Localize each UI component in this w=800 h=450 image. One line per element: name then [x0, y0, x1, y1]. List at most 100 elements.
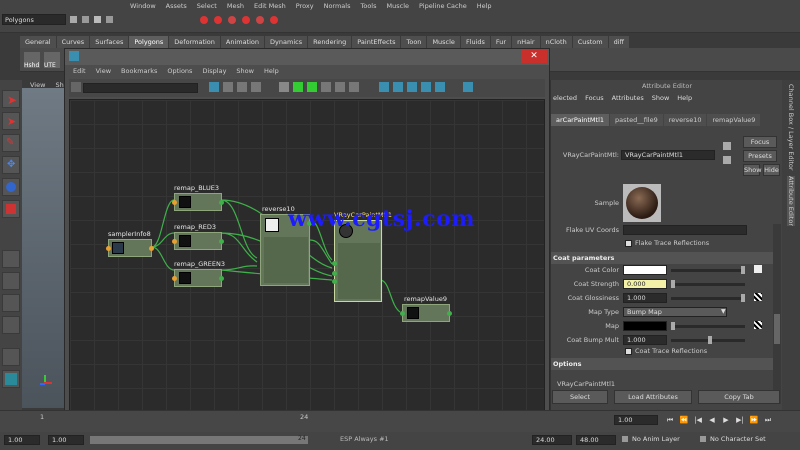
graph-icon[interactable]	[209, 82, 219, 92]
hs-menu-show[interactable]: Show	[236, 67, 254, 77]
hypershade-titlebar[interactable]: ✕	[65, 49, 549, 65]
menu-edit-mesh[interactable]: Edit Mesh	[254, 2, 286, 10]
coat-bump-slider-knob[interactable]	[708, 336, 712, 344]
coat-glossiness-slider[interactable]	[671, 297, 745, 300]
node-sampler-info[interactable]	[106, 239, 154, 257]
coat-color-slider-knob[interactable]	[741, 266, 745, 274]
go-to-start-icon[interactable]: ⏮	[664, 414, 676, 426]
node-remap-value[interactable]	[400, 304, 452, 322]
status-line-tool-icons[interactable]	[200, 14, 500, 26]
output-arrow-icon[interactable]	[723, 156, 731, 164]
node-remap-red[interactable]	[172, 232, 224, 250]
coat-color-swatch[interactable]	[623, 265, 667, 275]
show-button[interactable]: Show	[743, 164, 762, 176]
play-back-icon[interactable]: ◀	[706, 414, 718, 426]
shelf-tab-dynamics[interactable]: Dynamics	[265, 36, 308, 48]
map-slider-knob[interactable]	[671, 322, 675, 330]
shelf-tab-surfaces[interactable]: Surfaces	[90, 36, 129, 48]
lasso-tool-icon[interactable]: ➤	[2, 112, 20, 130]
hs-menu-options[interactable]: Options	[167, 67, 192, 77]
shelf-tab-fur[interactable]: Fur	[490, 36, 512, 48]
coat-glossiness-field[interactable]: 1.000	[623, 293, 667, 303]
load-attributes-button[interactable]: Load Attributes	[614, 390, 692, 404]
map-button-icon[interactable]	[754, 265, 762, 273]
viewport-menu-view[interactable]: View	[30, 81, 45, 89]
current-frame-field[interactable]: 1.00	[614, 415, 658, 425]
shelf-tab-deformation[interactable]: Deformation	[169, 36, 220, 48]
swatch-icon[interactable]	[321, 82, 331, 92]
coat-bump-field[interactable]: 1.000	[623, 335, 667, 345]
material-swatch[interactable]	[623, 184, 661, 222]
rotate-tool-icon[interactable]	[2, 178, 20, 196]
coat-color-slider[interactable]	[671, 269, 745, 272]
ae-tab-arcarpaintmtl1[interactable]: arCarPaintMtl1	[551, 114, 610, 126]
map-type-dropdown[interactable]: Bump Map	[623, 307, 727, 317]
shelf-tab-general[interactable]: General	[20, 36, 56, 48]
playback-start-field[interactable]: 1.00	[48, 435, 84, 445]
menu-tools[interactable]: Tools	[360, 2, 376, 10]
menu-mesh[interactable]: Mesh	[227, 2, 244, 10]
paint-select-icon[interactable]: ✎	[2, 134, 20, 152]
shelf-tab-polygons[interactable]: Polygons	[129, 36, 169, 48]
shelf-tab-custom[interactable]: Custom	[572, 36, 608, 48]
node-name-field[interactable]: VRayCarPaintMtl1	[621, 150, 715, 160]
start-time-field[interactable]: 1.00	[4, 435, 40, 445]
coat-glossiness-slider-knob[interactable]	[741, 294, 745, 302]
layout-nodes-icon[interactable]	[293, 82, 303, 92]
coat-strength-field[interactable]: 0.000	[623, 279, 667, 289]
step-forward-icon[interactable]: ⏩	[748, 414, 760, 426]
input-output-icon[interactable]	[223, 82, 233, 92]
connect-icon[interactable]	[307, 82, 317, 92]
hs-menu-display[interactable]: Display	[202, 67, 226, 77]
brush-icon[interactable]	[279, 82, 289, 92]
layout-four-icon[interactable]	[2, 272, 20, 290]
checker-map-icon-2[interactable]	[754, 321, 762, 329]
close-button[interactable]: ✕	[521, 50, 547, 63]
channel-box-tab[interactable]: Channel Box / Layer Editor	[787, 84, 795, 171]
sort-icon[interactable]	[463, 82, 473, 92]
ae-menu-elected[interactable]: elected	[553, 94, 577, 106]
hs-menu-help[interactable]: Help	[264, 67, 279, 77]
ae-tab-pasted-file9[interactable]: pasted__file9	[610, 114, 663, 126]
menu-normals[interactable]: Normals	[324, 2, 351, 10]
select-tool-icon[interactable]: ➤	[2, 90, 20, 108]
hs-menu-bookmarks[interactable]: Bookmarks	[121, 67, 157, 77]
shelf-tab-fluids[interactable]: Fluids	[460, 36, 490, 48]
attr-icon[interactable]	[335, 82, 345, 92]
render-view-icon[interactable]	[379, 82, 389, 92]
coat-section-header[interactable]: Coat parameters	[551, 252, 773, 264]
menu-pipeline-cache[interactable]: Pipeline Cache	[419, 2, 467, 10]
flake-uv-field[interactable]	[623, 225, 747, 235]
menu-set-select[interactable]: Polygons	[2, 14, 66, 25]
layout-two-icon[interactable]	[2, 316, 20, 334]
ae-menu-help[interactable]: Help	[677, 94, 692, 106]
layout-hypershade-icon[interactable]	[2, 348, 20, 366]
ae-scrollbar-thumb[interactable]	[774, 314, 780, 344]
hs-menu-view[interactable]: View	[96, 67, 111, 77]
map-swatch[interactable]	[623, 321, 667, 331]
focus-button[interactable]: Focus	[743, 136, 777, 148]
snapshot-icon[interactable]	[407, 82, 417, 92]
step-back-icon[interactable]: ⏪	[678, 414, 690, 426]
menu-window[interactable]: Window	[130, 2, 156, 10]
shelf-tab-rendering[interactable]: Rendering	[308, 36, 352, 48]
scale-tool-icon[interactable]	[2, 200, 20, 218]
shelf-tab-animation[interactable]: Animation	[220, 36, 265, 48]
ipr-icon[interactable]	[393, 82, 403, 92]
range-bar-slider[interactable]: 24	[90, 435, 308, 444]
node-graph[interactable]: samplerInfo8 remap_BLUE3 remap_RED3 rema…	[69, 99, 545, 423]
options-section-header[interactable]: Options	[551, 358, 773, 370]
menu-proxy[interactable]: Proxy	[296, 2, 314, 10]
shelf-tab-diff[interactable]: diff	[608, 36, 630, 48]
ae-menu-attributes[interactable]: Attributes	[612, 94, 644, 106]
presets-button[interactable]: Presets	[743, 150, 777, 162]
menu-assets[interactable]: Assets	[166, 2, 187, 10]
flake-trace-checkbox[interactable]	[625, 240, 632, 247]
menu-help[interactable]: Help	[477, 2, 492, 10]
character-set-select[interactable]: No Character Set	[710, 435, 766, 443]
output-icon[interactable]	[251, 82, 261, 92]
shelf-tab-painteffects[interactable]: PaintEffects	[352, 36, 401, 48]
playback-end-field[interactable]: 24.00	[532, 435, 572, 445]
ae-tab-reverse10[interactable]: reverse10	[663, 114, 707, 126]
anim-layer-select[interactable]: No Anim Layer	[632, 435, 680, 443]
